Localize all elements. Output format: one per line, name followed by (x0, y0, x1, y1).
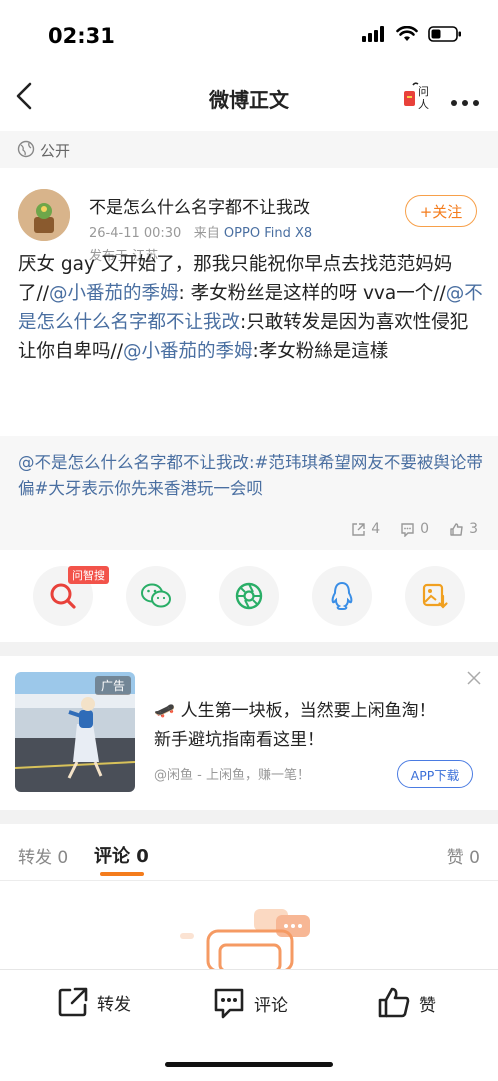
username[interactable]: 不是怎么什么名字都不让我改 (89, 193, 310, 218)
comment-bubble-icon (214, 988, 244, 1019)
qq-share-button[interactable] (312, 566, 372, 626)
save-image-icon (422, 583, 448, 609)
avatar-image (18, 189, 70, 241)
ad-subheadline[interactable]: 新手避坑指南看这里！ (154, 725, 324, 750)
svg-text:人: 人 (418, 98, 429, 111)
avatar[interactable] (18, 189, 70, 241)
post-text-segment: : 孝女粉丝是这样的呀 vva一个// (178, 283, 446, 304)
section-divider (0, 642, 498, 656)
original-share-count: 4 (371, 521, 381, 537)
empty-comments-illustration (180, 905, 320, 975)
visibility-label: 公开 (40, 142, 71, 160)
mention-link[interactable]: @小番茄的季姆 (123, 341, 253, 362)
globe-icon (17, 140, 35, 162)
post-device[interactable]: OPPO Find X8 (224, 226, 312, 241)
repost-label: 转发 (97, 994, 131, 1015)
comment-button[interactable]: 评论 (212, 986, 288, 1020)
follow-button[interactable]: +关注 (405, 195, 477, 227)
wechat-icon (141, 583, 171, 608)
status-time: 02:31 (48, 24, 115, 48)
ad-close-button[interactable] (466, 670, 482, 690)
ad-headline[interactable]: 🛹 人生第一块板，当然要上闲鱼淘！ (154, 696, 436, 721)
svg-text:问: 问 (418, 85, 429, 98)
thumbs-up-icon (450, 522, 463, 536)
post-meta: 26-4-11 00:30 来自 OPPO Find X8 (89, 222, 312, 241)
active-tab-indicator (100, 872, 144, 876)
original-like-count: 3 (469, 521, 478, 537)
post-text-segment: :孝女粉絲是這樣 (252, 341, 389, 362)
close-icon (467, 671, 481, 685)
app-download-button[interactable]: APP下载 (397, 760, 473, 788)
like-button[interactable]: 赞 (377, 986, 436, 1020)
post-datetime: 26-4-11 00:30 (89, 226, 182, 241)
original-comment-stat[interactable]: 0 (400, 521, 429, 537)
original-post-text[interactable]: @不是怎么什么名字都不让我改:#范玮琪希望网友不要被舆论带偏#大牙表示你先来香港… (18, 450, 483, 502)
ask-person-icon: 问 人 (404, 82, 429, 111)
moments-icon (235, 582, 263, 610)
post-from-prefix: 来自 (193, 226, 220, 241)
original-post-stats: 4 0 3 (351, 521, 478, 537)
share-icon (352, 522, 365, 536)
repost-button[interactable]: 转发 (57, 986, 131, 1018)
ai-search-badge: 问智搜 (68, 566, 109, 584)
ad-source: @闲鱼 - 上闲鱼，赚一笔！ (154, 768, 310, 783)
original-share-stat[interactable]: 4 (351, 521, 380, 537)
cellular-signal-icon (362, 26, 384, 42)
tabs-divider (0, 880, 498, 881)
tab-likes[interactable]: 赞 0 (447, 843, 480, 868)
ad-tag: 广告 (95, 676, 132, 695)
more-options-button[interactable] (450, 92, 480, 111)
home-indicator (165, 1062, 333, 1067)
battery-icon (428, 26, 461, 42)
thumbs-up-icon (378, 987, 410, 1018)
post-body: 厌女 gay 又开始了，那我只能祝你早点去找范范妈妈了//@小番茄的季姆: 孝女… (18, 250, 483, 366)
tab-comments[interactable]: 评论 0 (94, 842, 149, 868)
like-label: 赞 (419, 995, 436, 1016)
wifi-icon (396, 26, 418, 41)
moments-share-button[interactable] (219, 566, 279, 626)
wechat-share-button[interactable] (126, 566, 186, 626)
original-like-stat[interactable]: 3 (449, 521, 478, 537)
status-icons (362, 26, 462, 42)
visibility-row (0, 131, 498, 168)
section-divider (0, 810, 498, 824)
tab-reposts[interactable]: 转发 0 (18, 843, 68, 868)
more-dots-icon (451, 100, 479, 106)
ask-person-button[interactable]: 问 人 (402, 81, 436, 111)
comment-label: 评论 (254, 995, 288, 1016)
repost-icon (58, 987, 88, 1017)
comment-icon (401, 522, 414, 537)
save-image-share-button[interactable] (405, 566, 465, 626)
mention-link[interactable]: @小番茄的季姆 (49, 283, 179, 304)
ai-search-icon (50, 583, 76, 609)
original-comment-count: 0 (420, 521, 430, 537)
qq-penguin-icon (331, 581, 353, 610)
